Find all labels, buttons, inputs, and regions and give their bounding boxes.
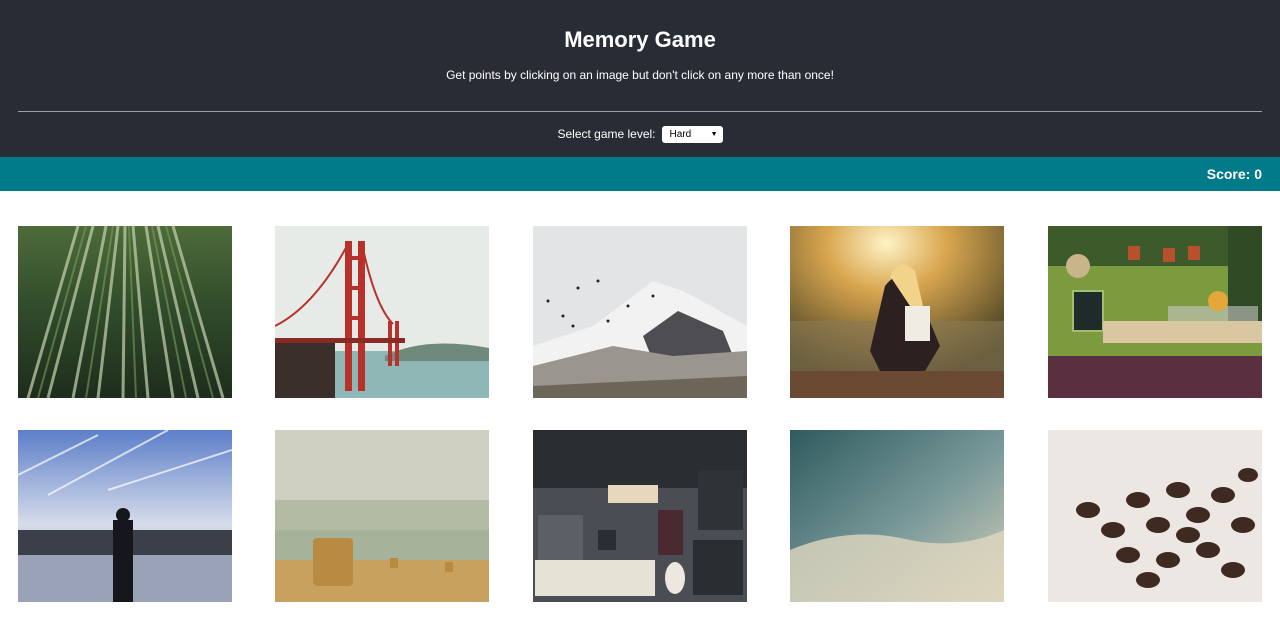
hay-bale-picture [275,430,489,602]
page-title: Memory Game [564,27,716,52]
dropdown-arrow-icon: ▼ [710,130,718,138]
level-select[interactable]: Hard ▼ [661,125,723,143]
bamboo-forest-image[interactable] [18,226,232,398]
instructions-text: Get points by clicking on an image but d… [446,68,834,82]
golden-gate-bridge-image[interactable] [275,226,489,398]
bamboo-forest-picture [18,226,232,398]
header: Memory Game Get points by clicking on an… [0,0,1280,157]
desk-workspace-image[interactable] [533,430,747,602]
snowy-mountain-picture [533,226,747,398]
desk-workspace-picture [533,430,747,602]
cloudy-sky-picture [790,430,1004,602]
hay-bale-field-image[interactable] [275,430,489,602]
golden-gate-bridge-picture [275,226,489,398]
score-display: Score: 0 [1206,166,1262,182]
cafe-terrace-picture [1048,226,1262,398]
cafe-terrace-image[interactable] [1048,226,1262,398]
divider [18,111,1262,112]
man-lake-picture [18,430,232,602]
cloudy-sky-image[interactable] [790,430,1004,602]
woman-sunset-lake-image[interactable] [790,226,1004,398]
coffee-beans-image[interactable] [1048,430,1262,602]
coffee-beans-picture [1048,430,1262,602]
man-lake-silhouette-image[interactable] [18,430,232,602]
snowy-mountain-birds-image[interactable] [533,226,747,398]
level-selector-row: Select game level: Hard ▼ [0,125,1280,143]
level-label: Select game level: [557,127,656,141]
woman-sunset-picture [790,226,1004,398]
score-bar: Score: 0 [0,157,1280,191]
level-select-value: Hard [669,128,692,140]
